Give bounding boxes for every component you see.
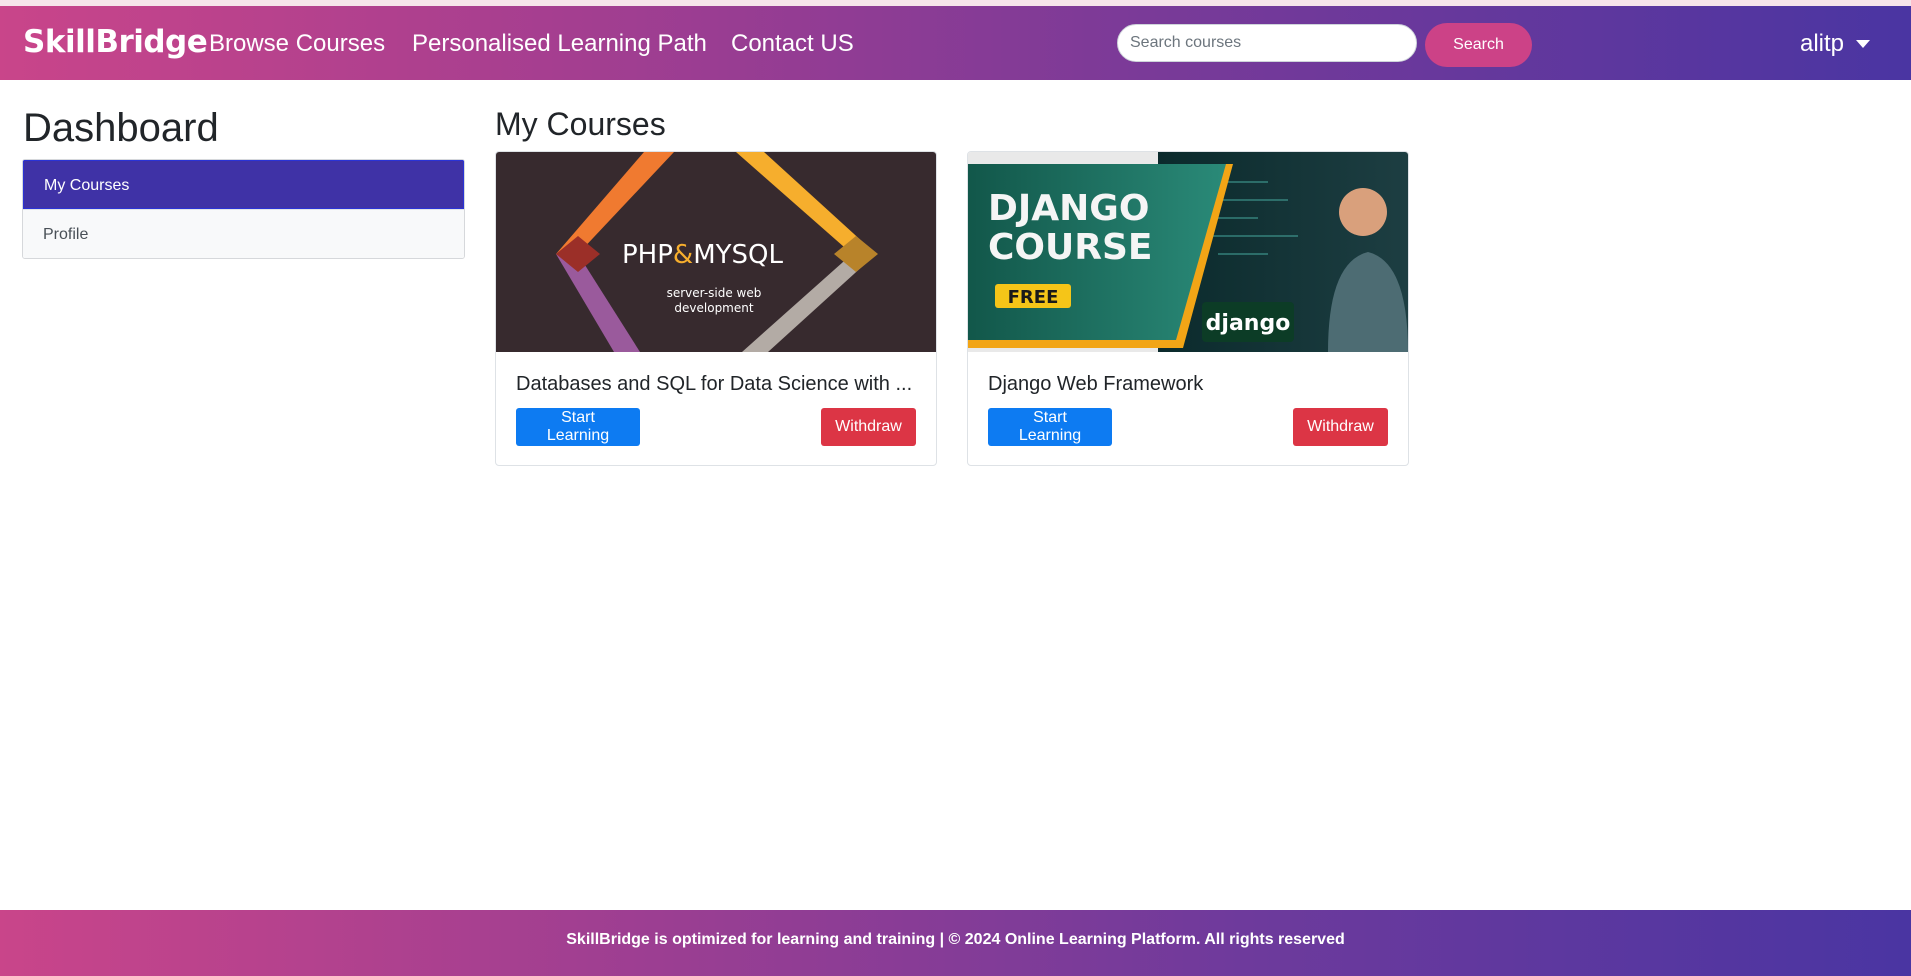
withdraw-button[interactable]: Withdraw xyxy=(1293,408,1388,446)
sidebar-item-my-courses[interactable]: My Courses xyxy=(23,160,464,209)
svg-text:development: development xyxy=(674,301,753,315)
withdraw-button[interactable]: Withdraw xyxy=(821,408,916,446)
svg-text:COURSE: COURSE xyxy=(988,227,1153,268)
dashboard-title: Dashboard xyxy=(23,106,219,150)
php-mysql-artwork: PHP&MYSQL server-side web development xyxy=(496,152,936,352)
my-courses-title: My Courses xyxy=(495,106,666,142)
footer-text: SkillBridge is optimized for learning an… xyxy=(566,931,1345,948)
course-title[interactable]: Databases and SQL for Data Science with … xyxy=(516,373,916,396)
svg-text:server-side web: server-side web xyxy=(667,286,762,300)
navbar: SkillBridge Browse Courses Personalised … xyxy=(0,6,1911,80)
caret-down-icon xyxy=(1856,40,1871,48)
search-input[interactable] xyxy=(1117,24,1417,62)
nav-contact-us[interactable]: Contact US xyxy=(731,30,854,58)
username: alitp xyxy=(1800,30,1845,57)
nav-browse-courses[interactable]: Browse Courses xyxy=(209,30,385,58)
svg-text:FREE: FREE xyxy=(1008,287,1059,308)
svg-text:django: django xyxy=(1206,311,1291,336)
course-title[interactable]: Django Web Framework xyxy=(988,373,1388,396)
nav-personalised-learning-path[interactable]: Personalised Learning Path xyxy=(412,30,707,58)
start-learning-button[interactable]: Start Learning xyxy=(988,408,1112,446)
user-menu[interactable]: alitp xyxy=(1800,30,1871,58)
footer: SkillBridge is optimized for learning an… xyxy=(0,910,1911,976)
course-thumbnail-django[interactable]: DJANGO COURSE FREE django xyxy=(968,152,1408,352)
course-card: PHP&MYSQL server-side web development Da… xyxy=(495,151,937,466)
django-artwork: DJANGO COURSE FREE django xyxy=(968,152,1408,352)
start-learning-button[interactable]: Start Learning xyxy=(516,408,640,446)
sidebar: My Courses Profile xyxy=(22,159,465,259)
course-thumbnail-php-mysql[interactable]: PHP&MYSQL server-side web development xyxy=(496,152,936,352)
brand-logo[interactable]: SkillBridge xyxy=(23,24,208,60)
svg-text:DJANGO: DJANGO xyxy=(988,188,1149,229)
sidebar-item-profile[interactable]: Profile xyxy=(23,209,464,258)
search-button[interactable]: Search xyxy=(1425,23,1532,67)
course-card: DJANGO COURSE FREE django Django Web Fra… xyxy=(967,151,1409,466)
svg-text:PHP&MYSQL: PHP&MYSQL xyxy=(622,240,783,270)
